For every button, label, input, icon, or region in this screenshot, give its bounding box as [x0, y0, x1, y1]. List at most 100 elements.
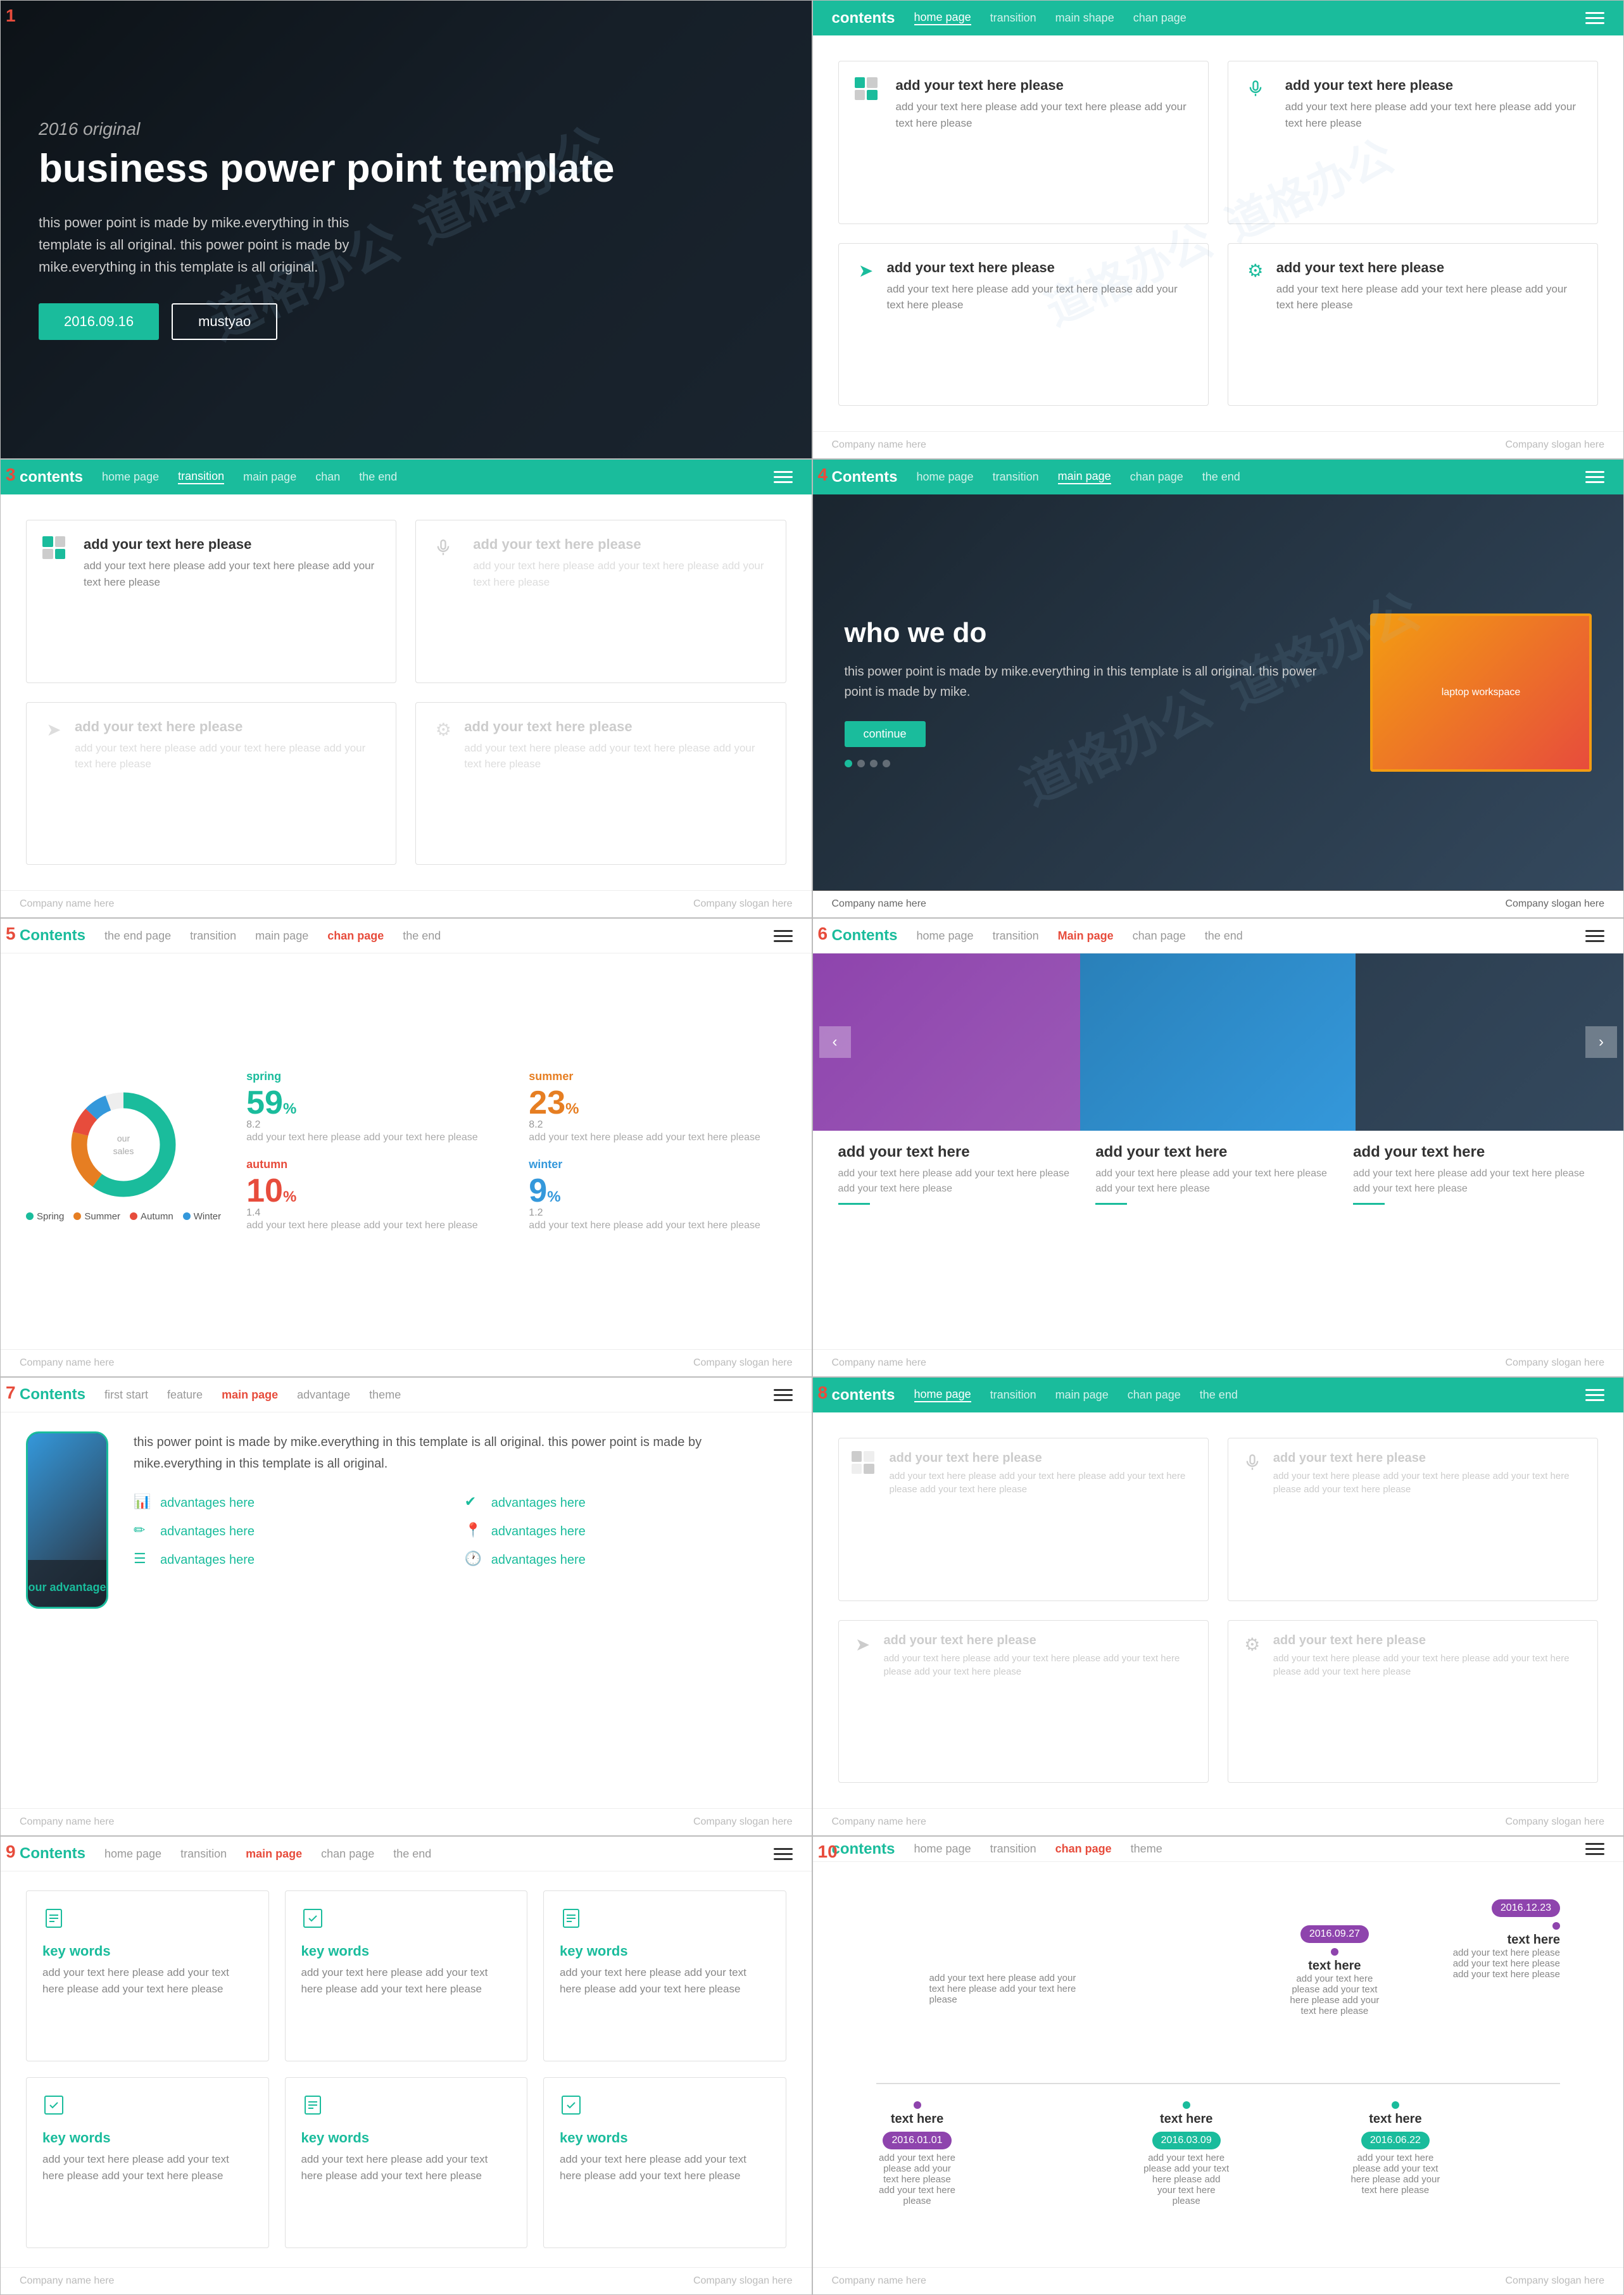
slide-8-card-1: add your text here please add your text …: [838, 1438, 1209, 1601]
slide-10-nav-item-1[interactable]: home page: [914, 1842, 971, 1856]
slide-8-card-1-icon: [852, 1451, 880, 1480]
slide-10-menu-icon[interactable]: [1585, 1843, 1604, 1855]
slide-4-nav-item-3[interactable]: main page: [1058, 470, 1111, 484]
slide-8-card-3-title: add your text here please: [884, 1633, 1195, 1648]
slide-6-card-2-desc: add your text here please add your text …: [1095, 1166, 1340, 1197]
slide-9-card-6-kw: key words: [560, 2130, 770, 2146]
slide-4-footer-left: Company name here: [832, 898, 926, 910]
slide-9-card-2-icon: [301, 1907, 330, 1935]
slide-8-nav-item-1[interactable]: home page: [914, 1388, 971, 1402]
slide-10-nav-item-4[interactable]: theme: [1131, 1842, 1162, 1856]
slide-5-nav-title: Contents: [20, 927, 85, 945]
slide-3-card-4: ⚙ add your text here please add your tex…: [415, 702, 786, 865]
slide-5-menu-icon[interactable]: [774, 930, 793, 942]
slide-8-nav-item-5[interactable]: the end: [1200, 1388, 1238, 1402]
slide-9-footer-right: Company slogan here: [693, 2275, 793, 2287]
slide-3-nav-item-5[interactable]: the end: [359, 470, 397, 484]
slide-7-nav-item-2[interactable]: feature: [167, 1388, 203, 1402]
tl-desc-2: add your text here please add your text …: [1284, 1973, 1385, 2016]
slide-8-card-2-title: add your text here please: [1273, 1451, 1585, 1466]
slide-3-nav-item-3[interactable]: main page: [243, 470, 296, 484]
slide-9-nav-item-3[interactable]: main page: [246, 1847, 302, 1861]
slide-9-nav-item-5[interactable]: the end: [393, 1847, 431, 1861]
hero-next-btn[interactable]: ›: [1585, 1026, 1617, 1058]
slide-3-card-4-desc: add your text here please add your text …: [464, 740, 769, 772]
hero-prev-btn[interactable]: ‹: [819, 1026, 851, 1058]
slide-3-nav-item-1[interactable]: home page: [102, 470, 159, 484]
slide-7-menu-icon[interactable]: [774, 1389, 793, 1401]
slide-2-card-4: ⚙ add your text here please add your tex…: [1228, 243, 1598, 406]
slide-8-footer-left: Company name here: [832, 1816, 926, 1828]
slide-6-nav-item-5[interactable]: the end: [1205, 929, 1243, 943]
slide-4-nav-item-5[interactable]: the end: [1202, 470, 1240, 484]
slide-3-footer-left: Company name here: [20, 898, 114, 910]
slide-3-card-1-icon: [42, 536, 74, 568]
slide-8-nav-item-2[interactable]: transition: [990, 1388, 1036, 1402]
slide-8-card-4-icon: ⚙: [1241, 1633, 1264, 1656]
slide-3-nav-item-4[interactable]: chan: [315, 470, 340, 484]
stat-autumn: autumn 10% 1.4 add your text here please…: [246, 1158, 503, 1233]
slide-6-nav-item-3[interactable]: Main page: [1058, 929, 1114, 943]
slide-9-nav-item-2[interactable]: transition: [180, 1847, 227, 1861]
adv-6: 🕐 advantages here: [465, 1550, 786, 1569]
slide-10-nav-item-2[interactable]: transition: [990, 1842, 1036, 1856]
slide-4-menu-icon[interactable]: [1585, 471, 1604, 483]
card-1-icon: [855, 77, 886, 109]
slide-2-menu-icon[interactable]: [1585, 12, 1604, 24]
slide-4-footer: Company name here Company slogan here: [813, 890, 1624, 917]
slide-4-continue-btn[interactable]: continue: [845, 721, 926, 747]
slide-4-nav-item-4[interactable]: chan page: [1130, 470, 1183, 484]
slide-6-nav-item-1[interactable]: home page: [917, 929, 974, 943]
slide-2-nav-item-3[interactable]: main shape: [1055, 11, 1114, 25]
slide-8-card-4: ⚙ add your text here please add your tex…: [1228, 1620, 1598, 1783]
slide-5-nav-item-3[interactable]: main page: [255, 929, 308, 943]
slide-2-nav-item-4[interactable]: chan page: [1133, 11, 1187, 25]
slide-6-card-3: add your text here add your text here pl…: [1353, 1143, 1598, 1336]
card-3-title: add your text here please: [887, 260, 1192, 276]
slide-7-nav-item-5[interactable]: theme: [369, 1388, 401, 1402]
slide-4-nav-item-2[interactable]: transition: [993, 470, 1039, 484]
slide-7-nav-item-4[interactable]: advantage: [297, 1388, 350, 1402]
slide-number-3: 3: [6, 465, 16, 485]
check-icon: ✔: [465, 1493, 484, 1512]
slide-9-menu-icon[interactable]: [774, 1848, 793, 1860]
slide-3-card-1-title: add your text here please: [84, 536, 380, 553]
slide-3-card-3-desc: add your text here please add your text …: [75, 740, 380, 772]
slide-1-btn-name[interactable]: mustyao: [172, 303, 277, 340]
slide-6-footer: Company name here Company slogan here: [813, 1349, 1624, 1376]
slide-5-nav-item-5[interactable]: the end: [403, 929, 441, 943]
slide-3-nav: contents home page transition main page …: [1, 460, 812, 494]
slide-2-nav-item-1[interactable]: home page: [914, 11, 971, 25]
slide-9-nav-item-1[interactable]: home page: [104, 1847, 161, 1861]
tl-date-1: 2016.12.23: [1492, 1899, 1560, 1917]
card-4-desc: add your text here please add your text …: [1276, 281, 1582, 313]
slide-1-btn-date[interactable]: 2016.09.16: [39, 303, 159, 340]
slide-7-nav-item-3[interactable]: main page: [222, 1388, 278, 1402]
slide-6-cards: add your text here add your text here pl…: [813, 1131, 1624, 1349]
tl-desc-5: add your text here please add your text …: [876, 2153, 959, 2206]
slide-5-nav-item-4[interactable]: chan page: [327, 929, 384, 943]
slide-7-nav-title: Contents: [20, 1386, 85, 1404]
slide-6-nav-item-2[interactable]: transition: [993, 929, 1039, 943]
slide-6-card-1-desc: add your text here please add your text …: [838, 1166, 1083, 1197]
slide-10-nav-item-3[interactable]: chan page: [1055, 1842, 1112, 1856]
slide-7-nav-item-1[interactable]: first start: [104, 1388, 148, 1402]
slide-8-menu-icon[interactable]: [1585, 1389, 1604, 1401]
slide-5-nav-item-1[interactable]: the end page: [104, 929, 171, 943]
slide-5: Contents the end page transition main pa…: [0, 918, 812, 1377]
slide-4-nav-item-1[interactable]: home page: [917, 470, 974, 484]
slide-5-nav-item-2[interactable]: transition: [190, 929, 236, 943]
card-2-icon: [1244, 77, 1276, 109]
slide-2-nav-item-2[interactable]: transition: [990, 11, 1036, 25]
slide-9-card-3-icon: [560, 1907, 588, 1935]
slide-9-nav-item-4[interactable]: chan page: [321, 1847, 374, 1861]
tl-label-4: text here: [1142, 2112, 1231, 2127]
slide-3-menu-icon[interactable]: [774, 471, 793, 483]
slide-3-nav-item-2[interactable]: transition: [178, 470, 224, 484]
slide-6-nav-item-4[interactable]: chan page: [1133, 929, 1186, 943]
slide-8-nav-item-4[interactable]: chan page: [1128, 1388, 1181, 1402]
slide-6-menu-icon[interactable]: [1585, 930, 1604, 942]
list-icon: ☰: [134, 1550, 153, 1569]
slide-6-card-3-title: add your text here: [1353, 1143, 1598, 1161]
slide-8-nav-item-3[interactable]: main page: [1055, 1388, 1109, 1402]
